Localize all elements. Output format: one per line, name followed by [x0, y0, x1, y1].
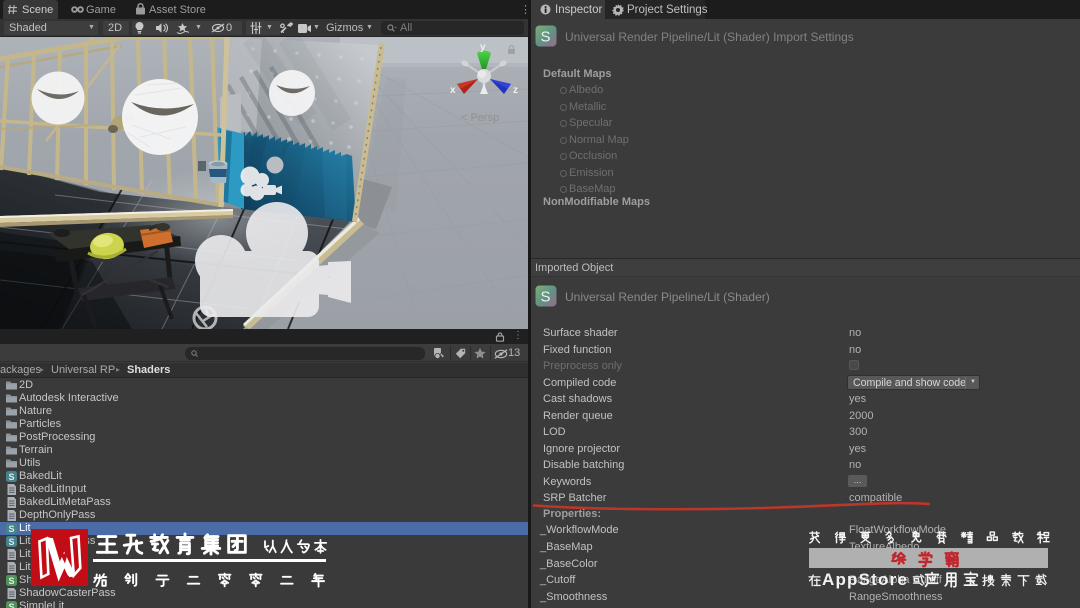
svg-text:x: x — [450, 85, 456, 96]
svg-text:z: z — [513, 85, 518, 96]
svg-text:S: S — [541, 29, 551, 46]
svg-text:S: S — [541, 289, 551, 306]
svg-text:y: y — [480, 42, 486, 53]
svg-text:< Persp: < Persp — [461, 112, 499, 124]
